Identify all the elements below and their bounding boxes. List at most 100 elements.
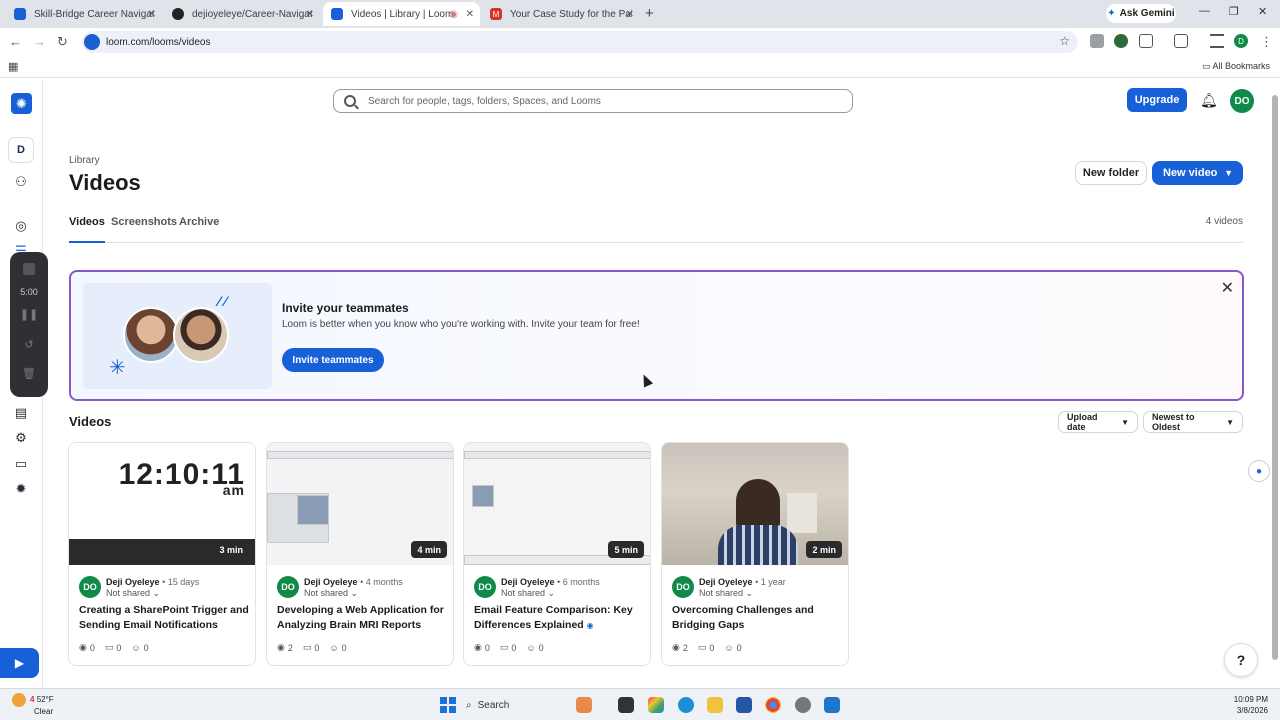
video-title[interactable]: Overcoming Challenges and Bridging Gaps (672, 603, 842, 633)
chevron-down-icon[interactable]: ▼ (1224, 168, 1233, 178)
notes-icon[interactable]: ▤ (12, 405, 30, 421)
bell-icon[interactable]: 🔔︎ (1200, 92, 1218, 109)
all-bookmarks-button[interactable]: ▭ All Bookmarks (1202, 61, 1270, 72)
video-title[interactable]: Developing a Web Application for Analyzi… (277, 603, 447, 633)
duration-badge: 4 min (411, 541, 447, 558)
help-button[interactable]: ? (1224, 643, 1258, 677)
loom-logo-icon[interactable]: ✺ (11, 93, 32, 114)
card-icon[interactable]: ▭ (12, 456, 30, 472)
system-clock[interactable]: 10:09 PM 3/8/2026 (1234, 694, 1268, 716)
library-tabs: Videos Screenshots Archive 4 videos (69, 216, 1243, 243)
site-info-icon[interactable] (84, 34, 100, 50)
user-avatar[interactable]: DO (1230, 89, 1254, 113)
upload-age: 15 days (167, 577, 200, 587)
back-button[interactable]: ← (9, 34, 22, 49)
maximize-button[interactable]: ❐ (1229, 5, 1239, 18)
invite-teammates-button[interactable]: Invite teammates (282, 348, 384, 372)
tab-search-icon[interactable] (1210, 34, 1224, 48)
author-line: Deji Oyeleye • 6 months (501, 577, 600, 587)
video-title[interactable]: Creating a SharePoint Trigger and Sendin… (79, 603, 249, 633)
browser-tab-active[interactable]: Videos | Library | Loom ◉ ✕ (323, 2, 480, 26)
chrome-icon[interactable] (765, 697, 781, 713)
browser-menu-icon[interactable]: ⋮ (1260, 34, 1273, 50)
vscode-icon[interactable] (824, 697, 840, 713)
extensions-puzzle-icon[interactable] (1139, 34, 1153, 48)
side-widget-avatar[interactable]: ● (1248, 460, 1270, 482)
app-icon[interactable] (648, 697, 664, 713)
weather-icon (12, 693, 26, 707)
workspace-switcher[interactable]: D (8, 137, 34, 163)
weather-widget[interactable]: 4 52°F Clear (12, 693, 54, 717)
close-icon[interactable]: ✕ (148, 9, 156, 20)
bookmarks-bar: ▦ ▭ All Bookmarks (0, 56, 1280, 78)
sharing-status[interactable]: Not shared ⌄ (501, 588, 555, 599)
search-input[interactable] (368, 95, 828, 107)
browser-tab[interactable]: M Your Case Study for the Palo Al ✕ (482, 2, 640, 26)
author-avatar: DO (474, 576, 496, 598)
close-icon[interactable]: ✕ (466, 9, 474, 20)
browser-tab[interactable]: dejioyeleye/Career-Navigator ✕ (164, 2, 320, 26)
close-icon[interactable]: ✕ (626, 9, 634, 20)
new-video-button[interactable]: New video ▼ (1152, 161, 1243, 185)
search-bar[interactable] (333, 89, 853, 113)
extension-icon[interactable] (1090, 34, 1104, 48)
app-icon[interactable] (618, 697, 634, 713)
close-icon[interactable]: ✕ (306, 9, 314, 20)
video-card[interactable]: 2 min DO Deji Oyeleye • 1 year Not share… (661, 442, 849, 666)
new-tab-button[interactable]: + (645, 5, 654, 22)
bookmark-star-icon[interactable]: ☆ (1059, 34, 1070, 48)
profile-icon[interactable]: ◎ (12, 218, 30, 234)
pause-icon[interactable]: ❚❚ (10, 308, 48, 321)
reload-button[interactable]: ↻ (57, 34, 68, 50)
record-video-button[interactable]: ▶ (0, 648, 39, 678)
tab-archive[interactable]: Archive (179, 216, 219, 243)
tab-videos[interactable]: Videos (69, 216, 105, 243)
store-icon[interactable] (736, 697, 752, 713)
close-icon[interactable]: ✕ (1221, 278, 1234, 298)
github-icon (172, 8, 184, 20)
sharing-status[interactable]: Not shared ⌄ (699, 588, 753, 599)
add-user-icon[interactable]: ⚇ (12, 174, 30, 190)
taskbar-search[interactable]: ⌕ Search (466, 694, 566, 716)
minimize-button[interactable]: — (1199, 5, 1210, 17)
sort-order-dropdown[interactable]: Newest to Oldest ▼ (1143, 411, 1243, 433)
sharing-status[interactable]: Not shared ⌄ (304, 588, 358, 599)
tab-screenshots[interactable]: Screenshots (111, 216, 177, 243)
window-close-button[interactable]: ✕ (1258, 5, 1267, 18)
forward-button[interactable]: → (33, 34, 46, 49)
scrollbar-thumb[interactable] (1272, 95, 1278, 660)
stop-recording-button[interactable] (23, 263, 35, 275)
video-card[interactable]: 5 min DO Deji Oyeleye • 6 months Not sha… (463, 442, 651, 666)
trash-icon[interactable]: 🗑 (10, 367, 48, 380)
author-avatar: DO (277, 576, 299, 598)
edge-icon[interactable] (678, 697, 694, 713)
settings-icon[interactable] (795, 697, 811, 713)
upload-age: 6 months (562, 577, 600, 587)
windows-start-icon[interactable] (440, 697, 456, 713)
gear-icon[interactable]: ✹ (12, 481, 30, 497)
apps-grid-icon[interactable]: ▦ (8, 60, 18, 73)
sort-field-label: Upload date (1067, 412, 1098, 432)
thumbnail-toolbar (464, 451, 650, 459)
breadcrumb[interactable]: Library (69, 155, 100, 166)
url-bar[interactable]: loom.com/looms/videos ☆ (82, 31, 1078, 53)
new-folder-button[interactable]: New folder (1075, 161, 1147, 185)
browser-profile-avatar[interactable]: D (1234, 34, 1248, 48)
video-title[interactable]: Email Feature Comparison: Key Difference… (474, 603, 644, 633)
app-icon[interactable] (576, 697, 592, 713)
video-card[interactable]: 4 min DO Deji Oyeleye • 4 months Not sha… (266, 442, 454, 666)
page-scrollbar[interactable] (1271, 85, 1279, 688)
browser-tab[interactable]: Skill-Bridge Career Navigator ✕ (6, 2, 162, 26)
restart-icon[interactable]: ↺ (10, 338, 48, 351)
thumbnail-sweater (718, 525, 798, 565)
sharing-status[interactable]: Not shared ⌄ (106, 588, 160, 599)
sort-field-dropdown[interactable]: Upload date ▼ (1058, 411, 1138, 433)
ask-gemini-label: Ask Gemini (1119, 8, 1175, 19)
folder-icon[interactable] (707, 697, 723, 713)
cast-icon[interactable] (1174, 34, 1188, 48)
ask-gemini-button[interactable]: ✦ Ask Gemini (1106, 4, 1176, 23)
upgrade-button[interactable]: Upgrade (1127, 88, 1187, 112)
video-card[interactable]: 12:10:11 am 3 min DO Deji Oyeleye • 15 d… (68, 442, 256, 666)
settings-icon[interactable]: ⚙ (12, 430, 30, 446)
extension-icon[interactable] (1114, 34, 1128, 48)
